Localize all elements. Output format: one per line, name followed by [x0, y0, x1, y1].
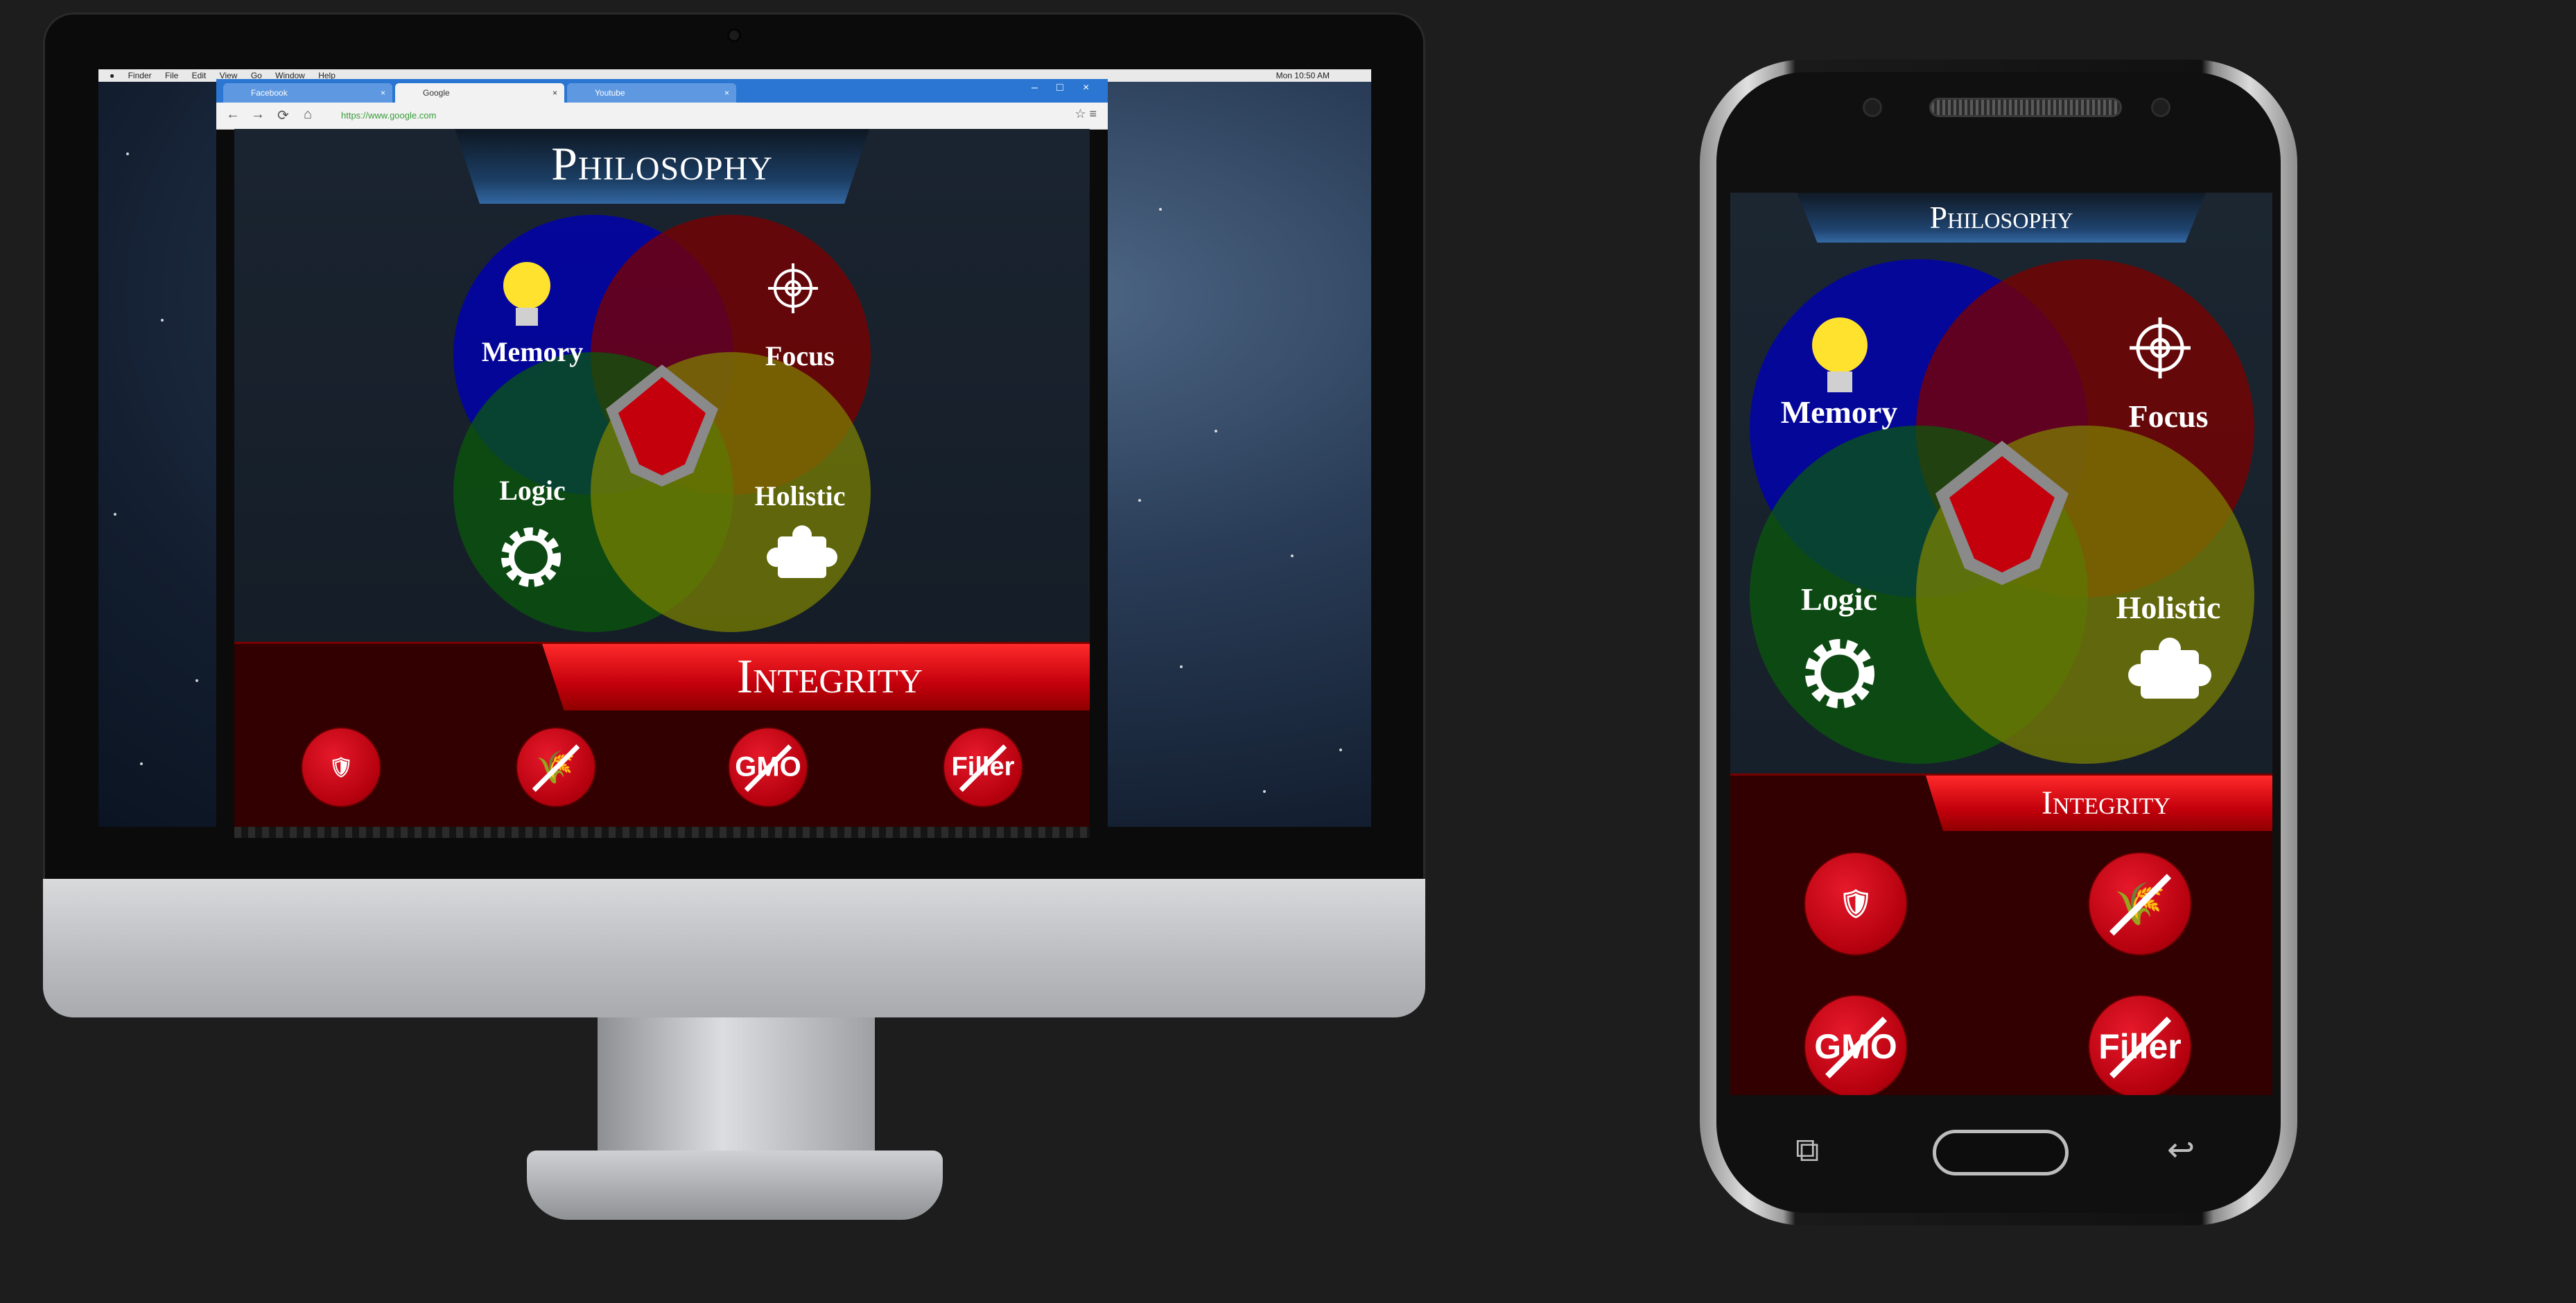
- integrity-section: Integrity 🛡 🌾 GMO Filler: [234, 642, 1090, 827]
- imac-stand-neck: [598, 1017, 875, 1156]
- tab-youtube[interactable]: Youtube ×: [567, 83, 736, 103]
- venn-diagram: Memory Focus Logic Holistic: [449, 211, 875, 636]
- philosophy-title: Philosophy: [551, 137, 773, 190]
- browser-window: Facebook × Google × Youtube × – □ × ← → …: [216, 79, 1108, 827]
- tab-facebook[interactable]: Facebook ×: [223, 83, 392, 103]
- phone-front-camera: [1865, 100, 1880, 115]
- no-filler-badge[interactable]: Filler: [943, 727, 1023, 807]
- menu-finder[interactable]: Finder: [128, 71, 152, 80]
- no-gmo-badge[interactable]: GMO: [1804, 995, 1908, 1095]
- close-tab-icon[interactable]: ×: [552, 83, 557, 103]
- made-in-usa-icon: 🛡: [1838, 889, 1874, 920]
- made-in-usa-badge[interactable]: 🛡: [301, 727, 381, 807]
- logic-label: Logic: [499, 475, 566, 506]
- made-in-usa-icon: 🛡: [329, 756, 354, 778]
- phone-speaker: [1931, 100, 2120, 115]
- menu-file[interactable]: File: [165, 71, 178, 80]
- bookmark-star-icon[interactable]: ☆ ≡: [1074, 107, 1097, 121]
- website-mobile: Philosophy Memory Focus Logic Holistic I…: [1730, 193, 2272, 1095]
- desktop-screen: ● Finder File Edit View Go Window Help M…: [98, 69, 1371, 827]
- no-filler-badge[interactable]: Filler: [2088, 995, 2192, 1095]
- phone-sensor: [2153, 100, 2168, 115]
- menu-clock[interactable]: Mon 10:50 AM: [1276, 69, 1330, 82]
- menu-edit[interactable]: Edit: [192, 71, 207, 80]
- no-gluten-badge[interactable]: 🌾: [516, 727, 596, 807]
- focus-label-mobile: Focus: [2128, 399, 2209, 434]
- browser-tab-strip: Facebook × Google × Youtube × – □ ×: [216, 79, 1108, 103]
- imac-camera: [729, 30, 739, 40]
- recent-apps-icon[interactable]: ⧉: [1795, 1134, 1819, 1167]
- philosophy-title-mobile: Philosophy: [1929, 200, 2073, 235]
- made-in-usa-badge[interactable]: 🛡: [1804, 852, 1908, 956]
- close-tab-icon[interactable]: ×: [724, 83, 729, 103]
- no-gmo-badge[interactable]: GMO: [728, 727, 808, 807]
- maximize-icon[interactable]: □: [1056, 82, 1063, 94]
- back-arrow-icon[interactable]: ←: [226, 107, 240, 123]
- imac-chin: [43, 879, 1425, 1017]
- minimize-icon[interactable]: –: [1032, 82, 1038, 94]
- close-window-icon[interactable]: ×: [1083, 82, 1089, 94]
- memory-label: Memory: [481, 336, 584, 367]
- close-tab-icon[interactable]: ×: [381, 83, 385, 103]
- apple-menu-icon[interactable]: ●: [110, 71, 114, 80]
- holistic-label: Holistic: [754, 480, 846, 511]
- imac-stand-foot: [527, 1151, 943, 1220]
- browser-address-bar: ← → ⟳ ⌂ https://www.google.com ☆ ≡: [216, 103, 1108, 130]
- url-field[interactable]: https://www.google.com: [341, 107, 1034, 125]
- no-gluten-badge[interactable]: 🌾: [2088, 852, 2192, 956]
- integrity-title: Integrity: [736, 650, 923, 703]
- footer-pattern: [234, 827, 1090, 838]
- memory-label-mobile: Memory: [1780, 394, 1898, 430]
- focus-label: Focus: [765, 340, 835, 371]
- reload-icon[interactable]: ⟳: [277, 107, 289, 124]
- logic-label-mobile: Logic: [1801, 581, 1877, 617]
- tab-google[interactable]: Google ×: [395, 83, 564, 103]
- integrity-section-mobile: Integrity 🛡 🌾 GMO Filler: [1730, 773, 2272, 1095]
- back-icon[interactable]: ↩: [2167, 1134, 2195, 1167]
- website-desktop: Philosophy Memory Focus Logic Holistic I…: [234, 129, 1090, 827]
- venn-diagram-mobile: Memory Focus Logic Holistic: [1746, 255, 2259, 768]
- home-icon[interactable]: ⌂: [304, 107, 312, 123]
- integrity-title-mobile: Integrity: [2042, 785, 2170, 821]
- forward-arrow-icon[interactable]: →: [251, 107, 265, 123]
- home-button[interactable]: [1933, 1130, 2069, 1175]
- holistic-label-mobile: Holistic: [2116, 590, 2221, 625]
